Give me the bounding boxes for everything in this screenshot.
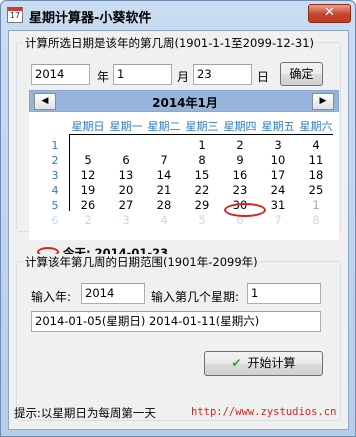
- week-number: 5: [51, 199, 59, 212]
- week-number: 3: [51, 169, 59, 182]
- calendar-day[interactable]: 19: [73, 183, 103, 197]
- calendar-day[interactable]: 14: [149, 168, 179, 182]
- weekday-tue: 星期二: [147, 120, 181, 133]
- month-input[interactable]: 1: [113, 64, 172, 85]
- calendar-month-title[interactable]: 2014年1月: [30, 94, 340, 111]
- calendar-day[interactable]: 18: [301, 168, 331, 182]
- calendar-day[interactable]: 12: [73, 168, 103, 182]
- calendar-day[interactable]: 3: [111, 213, 141, 227]
- calendar-day[interactable]: 23: [225, 183, 255, 197]
- calendar-day[interactable]: 5: [187, 213, 217, 227]
- calendar-day[interactable]: 24: [263, 183, 293, 197]
- calendar-day[interactable]: 1: [301, 198, 331, 212]
- calendar-day[interactable]: 10: [263, 153, 293, 167]
- calendar-day[interactable]: 11: [301, 153, 331, 167]
- weekday-thu: 星期四: [223, 120, 257, 133]
- calendar-day[interactable]: 15: [187, 168, 217, 182]
- weekday-sat: 星期六: [299, 120, 333, 133]
- calendar-day[interactable]: 7: [263, 213, 293, 227]
- weekday-mon: 星期一: [109, 120, 143, 133]
- calendar-header: ◀ 2014年1月 ▶: [29, 90, 339, 112]
- calendar-day[interactable]: 8: [187, 153, 217, 167]
- input-year-label: 输入年:: [31, 290, 72, 304]
- close-button[interactable]: ✕: [308, 4, 351, 23]
- calendar-day[interactable]: 22: [187, 183, 217, 197]
- confirm-button[interactable]: 确定: [280, 62, 323, 86]
- year-label: 年: [97, 70, 110, 84]
- start-calculate-label: 开始计算: [247, 356, 296, 370]
- calendar-day[interactable]: 16: [225, 168, 255, 182]
- footer-hint: 提示:以星期日为每周第一天: [14, 406, 156, 420]
- client-area: 计算所选日期是该年的第几周(1901-1-1至2099-12-31) 2014 …: [8, 30, 349, 430]
- calendar-day[interactable]: 28: [149, 198, 179, 212]
- calendar-day[interactable]: 13: [111, 168, 141, 182]
- calendar-day[interactable]: 26: [73, 198, 103, 212]
- weekday-fri: 星期五: [261, 120, 295, 133]
- calendar-day[interactable]: 1: [187, 138, 217, 152]
- weekday-divider: [69, 134, 333, 135]
- day-input[interactable]: 23: [193, 64, 252, 85]
- week-of-year-group-title: 计算所选日期是该年的第几周(1901-1-1至2099-12-31): [23, 35, 317, 51]
- input-week-label: 输入第几个星期:: [151, 290, 240, 304]
- calendar-day[interactable]: 3: [263, 138, 293, 152]
- date-range-output[interactable]: 2014-01-05(星期日) 2014-01-11(星期六): [31, 311, 321, 332]
- week-number: 4: [51, 184, 59, 197]
- website-link[interactable]: http://www.zystudios.cn: [191, 406, 336, 418]
- start-calculate-button[interactable]: ✔ 开始计算: [204, 351, 323, 376]
- week-number-input[interactable]: 1: [247, 283, 321, 304]
- week-number: 1: [51, 139, 59, 152]
- week-number: 2: [51, 154, 59, 167]
- calendar-day[interactable]: 21: [149, 183, 179, 197]
- calendar-day[interactable]: 9: [225, 153, 255, 167]
- range-year-input[interactable]: 2014: [81, 283, 145, 304]
- next-month-button[interactable]: ▶: [312, 93, 334, 110]
- month-label: 月: [177, 70, 190, 84]
- calendar-day[interactable]: 20: [111, 183, 141, 197]
- year-input[interactable]: 2014: [31, 64, 90, 85]
- calendar-day[interactable]: 4: [301, 138, 331, 152]
- calendar-day[interactable]: 2: [73, 213, 103, 227]
- calendar-day[interactable]: 6: [111, 153, 141, 167]
- calendar-day[interactable]: 5: [73, 153, 103, 167]
- calendar-day[interactable]: 27: [111, 198, 141, 212]
- app-window: 17 星期计算器-小葵软件 ✕ 计算所选日期是该年的第几周(1901-1-1至2…: [0, 0, 356, 437]
- calendar-day[interactable]: 31: [263, 198, 293, 212]
- calendar-day[interactable]: 2: [225, 138, 255, 152]
- calendar-app-icon: 17: [7, 7, 23, 23]
- weekday-wed: 星期三: [185, 120, 219, 133]
- calendar-day[interactable]: 29: [187, 198, 217, 212]
- week-number: 6: [51, 214, 59, 227]
- week-number-divider: [69, 135, 70, 211]
- calendar-day[interactable]: 25: [301, 183, 331, 197]
- calendar-day[interactable]: 8: [301, 213, 331, 227]
- checkmark-icon: ✔: [231, 356, 242, 370]
- window-title: 星期计算器-小葵软件: [29, 11, 152, 26]
- calendar-day[interactable]: 17: [263, 168, 293, 182]
- month-calendar[interactable]: ◀ 2014年1月 ▶ 星期日 星期一 星期二 星期三 星期四 星期五 星期六 …: [29, 90, 339, 260]
- title-bar[interactable]: 17 星期计算器-小葵软件 ✕: [1, 1, 355, 29]
- week-range-group-title: 计算该年第几周的日期范围(1901年-2099年): [23, 254, 260, 270]
- calendar-day[interactable]: 4: [149, 213, 179, 227]
- weekday-sun: 星期日: [71, 120, 105, 133]
- calendar-day[interactable]: 7: [149, 153, 179, 167]
- weekday-header-row: 星期日 星期一 星期二 星期三 星期四 星期五 星期六: [69, 118, 337, 133]
- selected-day-marker: [224, 203, 266, 217]
- day-label: 日: [257, 70, 270, 84]
